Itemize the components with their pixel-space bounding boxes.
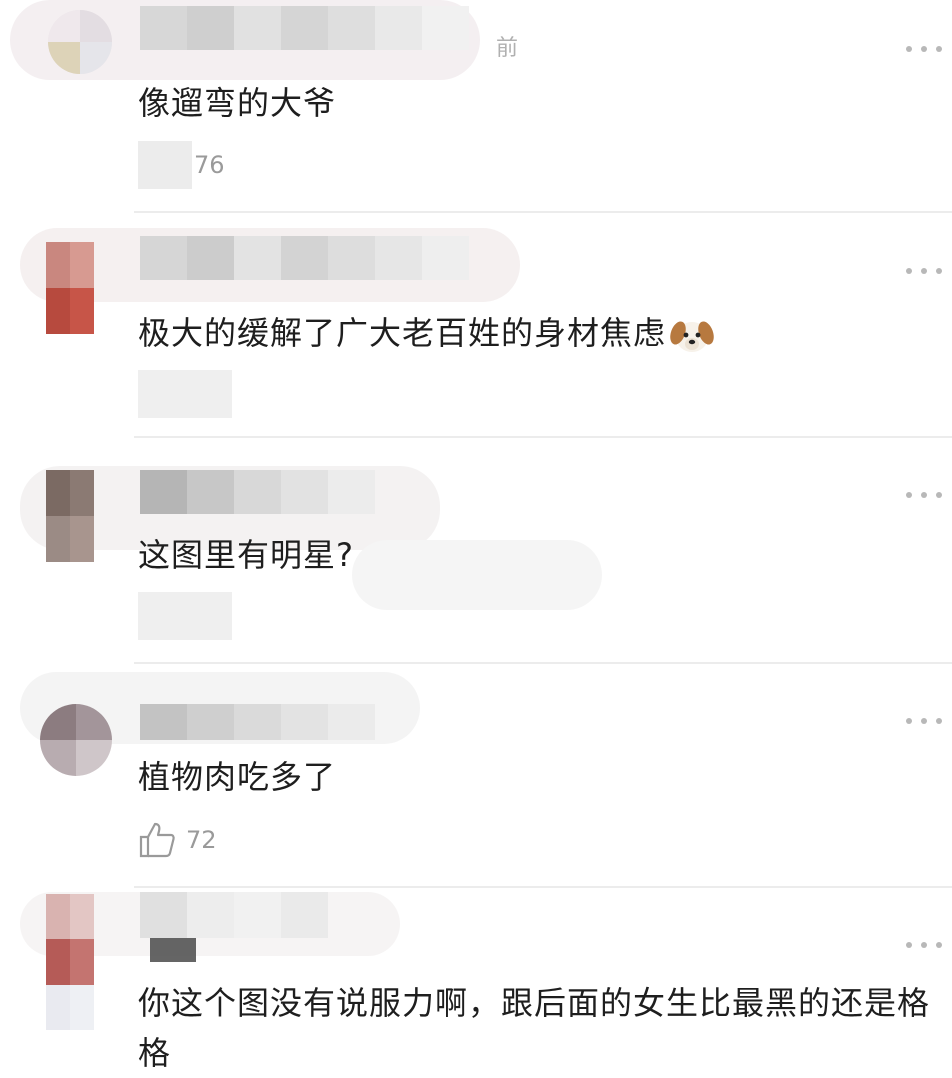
avatar[interactable] [46,894,94,1030]
comment-text: 植物肉吃多了 [138,758,337,796]
more-dots-icon [906,942,912,948]
avatar[interactable] [46,242,94,334]
dog-face-icon [670,321,714,352]
comment-item: 你这个图没有说服力啊，跟后面的女生比最黑的还是格格 [0,888,952,1072]
divider [134,211,952,213]
more-dot [936,268,942,274]
comment-text: 极大的缓解了广大老百姓的身材焦虑 [138,308,942,358]
more-dot [936,46,942,52]
more-options-button[interactable] [906,940,942,950]
like-count: 76 [194,151,225,179]
username-blurred[interactable] [140,892,328,938]
comment-item: 前 像遛弯的大爷 76 [0,0,952,214]
comment-item: 这图里有明星? [0,438,952,664]
username-blurred[interactable] [150,938,196,962]
username-blurred[interactable] [140,470,375,514]
more-dot [936,942,942,948]
comment-text-body: 极大的缓解了广大老百姓的身材焦虑 [138,314,667,352]
more-dot [936,492,942,498]
more-dot [921,942,927,948]
thumbs-up-icon [138,370,232,418]
avatar[interactable] [48,10,112,74]
avatar[interactable] [40,704,112,776]
more-dot [921,46,927,52]
username-blurred[interactable] [140,236,469,280]
like-button[interactable]: 72 [138,820,217,860]
comment-item: 极大的缓解了广大老百姓的身材焦虑 [0,214,952,438]
more-dots-icon [906,492,912,498]
comment-text: 像遛弯的大爷 [138,84,337,122]
comment-text: 你这个图没有说服力啊，跟后面的女生比最黑的还是格格 [138,984,931,1072]
more-options-button[interactable] [906,716,942,726]
thumbs-up-icon [138,141,192,189]
avatar[interactable] [46,470,94,562]
more-dots-icon [906,718,912,724]
more-options-button[interactable] [906,490,942,500]
more-dots-icon [906,268,912,274]
more-dot [921,492,927,498]
more-dot [921,268,927,274]
thumbs-up-icon [139,822,175,858]
comment-time: 前 [496,36,519,61]
thumbs-up-icon [138,592,232,640]
username-blurred[interactable] [140,6,469,50]
like-button[interactable] [138,370,242,418]
more-dots-icon [906,46,912,52]
more-options-button[interactable] [906,266,942,276]
like-count: 72 [186,826,217,854]
more-options-button[interactable] [906,44,942,54]
more-dot [921,718,927,724]
comment-item: 植物肉吃多了 72 [0,664,952,888]
username-blurred[interactable] [140,704,375,740]
more-dot [936,718,942,724]
like-button[interactable] [138,592,242,640]
like-button[interactable]: 76 [138,141,225,189]
blur-overlay [352,540,602,610]
